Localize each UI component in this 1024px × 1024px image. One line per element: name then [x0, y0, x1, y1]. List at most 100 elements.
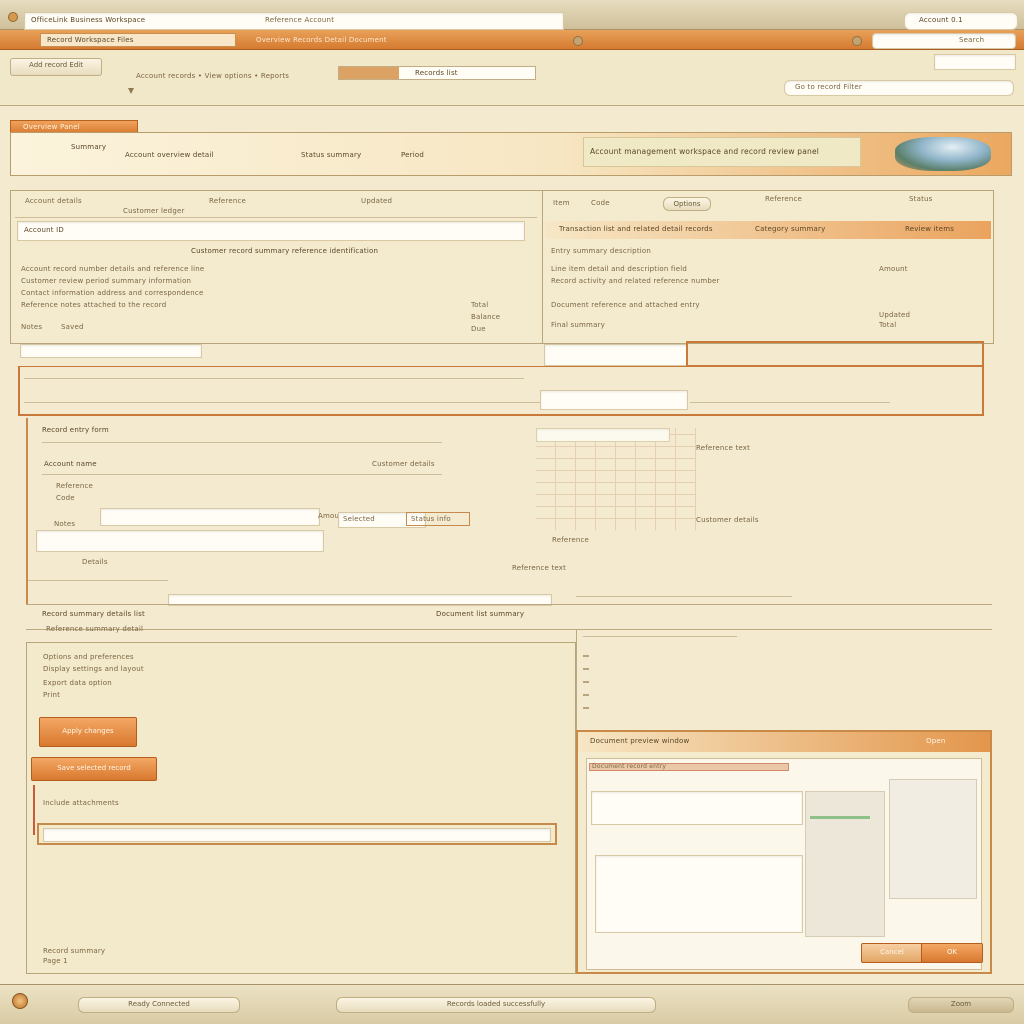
records-pill-label: Records list: [415, 69, 458, 77]
grid-graphic: [536, 428, 696, 530]
account-id-field[interactable]: Account ID: [17, 221, 525, 241]
tab-active-label: Record Workspace Files: [47, 36, 134, 44]
body-line-2: Customer review period summary informati…: [21, 277, 192, 285]
add-record-button[interactable]: Add record Edit: [10, 58, 102, 76]
red-marker-line: [33, 785, 35, 835]
amount-input[interactable]: [100, 508, 320, 526]
notes-field-label: Notes: [54, 520, 76, 528]
transaction-line-1: Entry summary description: [551, 247, 652, 255]
notes-input[interactable]: [36, 530, 324, 552]
transactions-orange-bar: Transaction list and related detail reco…: [545, 221, 991, 239]
address-text: Reference Account: [265, 16, 335, 24]
window-title: OfficeLink Business Workspace: [31, 16, 146, 24]
preview-window: Document preview window Open Document re…: [576, 730, 992, 974]
account-id-description: Customer record summary reference identi…: [191, 247, 379, 255]
mid-field-lower[interactable]: [540, 390, 688, 410]
options-line-2: Display settings and layout: [43, 665, 144, 673]
transaction-line-5: Final summary: [551, 321, 605, 329]
app-icon: [8, 12, 18, 22]
form-side-details: Details: [82, 558, 108, 566]
options-pill[interactable]: Options: [663, 197, 711, 211]
records-pill-fill: [339, 67, 399, 79]
transactions-panel: Item Code Options Reference Status Trans…: [542, 190, 994, 344]
toolbar-links[interactable]: Account records • View options • Reports: [136, 72, 289, 80]
preview-side-column: [805, 791, 885, 937]
body-line-3: Contact information address and correspo…: [21, 289, 204, 297]
mid-divider-c: [690, 402, 890, 403]
options-line-1: Options and preferences: [43, 653, 134, 661]
right-lower-divider: [583, 636, 737, 637]
address-bar[interactable]: OfficeLink Business Workspace Reference …: [24, 12, 564, 30]
settings-dot-icon[interactable]: [852, 36, 862, 46]
status-logo-icon: [12, 993, 28, 1009]
options-panel: Options and preferences Display settings…: [26, 642, 576, 974]
apply-changes-button[interactable]: Apply changes: [39, 717, 137, 747]
status-col-heading: Status: [909, 195, 933, 203]
search-field[interactable]: Search: [872, 33, 1016, 49]
transaction-line-4: Document reference and attached entry: [551, 301, 700, 309]
banner-status: Status summary: [301, 151, 362, 159]
mid-divider-a: [24, 378, 524, 379]
nav-dot-icon[interactable]: [573, 36, 583, 46]
title-bar: OfficeLink Business Workspace Reference …: [0, 0, 1024, 30]
item-heading: Item: [553, 199, 570, 207]
breadcrumb[interactable]: Overview Records Detail Document: [256, 36, 387, 44]
status-center-text: Records loaded successfully: [446, 1000, 546, 1008]
code-heading: Code: [591, 199, 610, 207]
attachment-field[interactable]: [43, 828, 551, 842]
grid-header-field[interactable]: [536, 428, 670, 442]
search-field-text: Search: [959, 36, 985, 44]
preview-doc-header: Document record entry: [589, 763, 789, 771]
preview-right-column: [889, 779, 977, 899]
mid-divider-b: [24, 402, 540, 403]
options-footer-page: Page 1: [43, 957, 68, 965]
updated-col: Updated: [879, 311, 911, 319]
goto-field-text: Go to record Filter: [795, 83, 862, 91]
banner-detail: Account overview detail: [125, 151, 214, 159]
status-left-field[interactable]: Ready Connected: [78, 997, 240, 1013]
toolbar: Add record Edit Account records • View o…: [0, 50, 1024, 106]
apply-changes-label: Apply changes: [62, 727, 114, 735]
account-id-value: Account ID: [24, 226, 64, 234]
mid-field-left[interactable]: [20, 344, 202, 358]
preview-cancel-label: Cancel: [880, 948, 904, 956]
zoom-control[interactable]: Zoom: [908, 997, 1014, 1013]
notes-label: Notes: [21, 323, 43, 331]
review-items: Review items: [905, 225, 955, 233]
save-selected-button[interactable]: Save selected record: [31, 757, 157, 781]
summary-record-details: Record summary details list: [42, 610, 145, 618]
account-details-heading: Account details: [25, 197, 82, 205]
form-divider-3: [576, 596, 792, 597]
options-line-3: Export data option: [43, 679, 112, 687]
mid-field-center[interactable]: [544, 344, 688, 366]
goto-field[interactable]: Go to record Filter: [784, 80, 1014, 96]
preview-doc-line: Document record entry: [592, 763, 667, 770]
form-right-text-a: Reference text: [696, 444, 751, 452]
banner-period: Period: [401, 151, 425, 159]
form-right-text-b: Customer details: [696, 516, 759, 524]
status-center-field[interactable]: Records loaded successfully: [336, 997, 656, 1013]
account-badge[interactable]: Account 0.1: [904, 12, 1018, 30]
banner-text-box: Account management workspace and record …: [583, 137, 861, 167]
tab-active[interactable]: Record Workspace Files: [40, 33, 236, 47]
reference-col-heading: Reference: [765, 195, 803, 203]
banner-headline: Account management workspace and record …: [590, 147, 820, 156]
preview-cancel-button[interactable]: Cancel: [861, 943, 923, 963]
summary-document-list: Document list summary: [436, 610, 525, 618]
preview-open[interactable]: Open: [926, 737, 946, 745]
records-pill[interactable]: Records list: [338, 66, 536, 80]
status-left-text: Ready Connected: [128, 1000, 190, 1008]
selected-tag-label: Selected: [343, 515, 375, 523]
preview-ok-button[interactable]: OK: [921, 943, 983, 963]
account-details-panel: Account details Customer ledger Referenc…: [10, 190, 544, 344]
amount-col: Amount: [879, 265, 908, 273]
reference-heading: Reference: [209, 197, 247, 205]
mid-orange-bracket: [18, 366, 984, 416]
right-tool-field[interactable]: [934, 54, 1016, 70]
preview-document: Document record entry Cancel OK: [586, 758, 983, 970]
body-right-total: Total: [471, 301, 489, 309]
body-line-1: Account record number details and refere…: [21, 265, 205, 273]
record-form: Record entry form Account name Customer …: [26, 418, 992, 606]
status-info-tag[interactable]: Status info: [406, 512, 470, 526]
status-info-tag-label: Status info: [411, 515, 451, 523]
